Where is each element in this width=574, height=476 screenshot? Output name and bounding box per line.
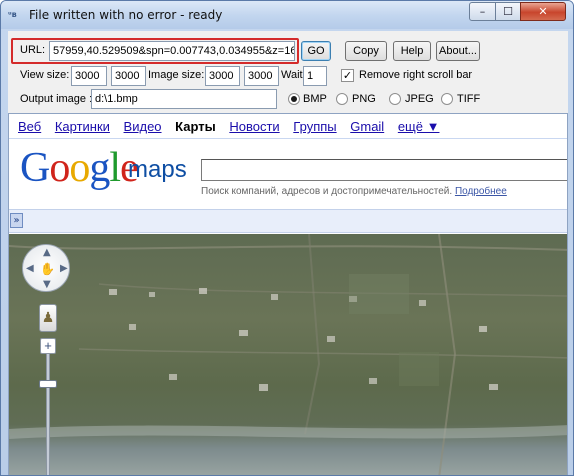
search-hint-text: Поиск компаний, адресов и достопримечате… <box>201 186 453 197</box>
google-nav-bar: Веб Картинки Видео Карты Новости Группы … <box>18 119 449 134</box>
nav-video-link[interactable]: Видео <box>124 119 162 134</box>
help-button[interactable]: Help <box>393 41 431 61</box>
zoom-slider-handle[interactable] <box>39 380 57 388</box>
format-png-radio[interactable] <box>336 93 348 105</box>
title-bar[interactable]: ᵘʙ File written with no error - ready – … <box>1 1 573 29</box>
nav-divider <box>9 138 567 139</box>
map-imagery <box>9 234 567 475</box>
app-window: ᵘʙ File written with no error - ready – … <box>0 0 574 476</box>
url-input[interactable]: 57959,40.529509&spn=0.007743,0.034955&z=… <box>49 41 295 61</box>
nav-web-link[interactable]: Веб <box>18 119 41 134</box>
url-label: URL: <box>20 44 46 56</box>
expand-panel-icon[interactable]: » <box>10 213 23 228</box>
format-bmp-label: BMP <box>303 93 327 105</box>
format-bmp-radio[interactable] <box>288 93 300 105</box>
pan-control[interactable]: ▲ ▼ ◀ ▶ ✋ <box>22 244 70 292</box>
satellite-map[interactable]: ▲ ▼ ◀ ▶ ✋ ♟ + <box>9 234 567 475</box>
maps-search-input[interactable] <box>201 159 567 181</box>
remove-scroll-label: Remove right scroll bar <box>359 69 473 81</box>
image-width-input[interactable]: 3000 <box>205 66 240 86</box>
nav-groups-link[interactable]: Группы <box>293 119 336 134</box>
pan-right-icon[interactable]: ▶ <box>60 263 68 274</box>
window-title: File written with no error - ready <box>29 8 223 22</box>
nav-images-link[interactable]: Картинки <box>55 119 110 134</box>
format-tiff-radio[interactable] <box>441 93 453 105</box>
control-panel: URL: 57959,40.529509&spn=0.007743,0.0349… <box>8 31 568 113</box>
maps-logo-text: maps <box>128 156 187 183</box>
learn-more-link[interactable]: Подробнее <box>455 186 507 197</box>
logo-letter: o <box>49 145 70 191</box>
wait-input[interactable]: 1 <box>303 66 327 86</box>
logo-letter: G <box>20 145 50 191</box>
search-hint: Поиск компаний, адресов и достопримечате… <box>201 186 507 197</box>
format-tiff-label: TIFF <box>457 93 481 105</box>
zoom-slider-track[interactable] <box>46 354 50 475</box>
view-width-input[interactable]: 3000 <box>71 66 107 86</box>
view-height-input[interactable]: 3000 <box>111 66 146 86</box>
panel-toggle-bar: » <box>9 209 567 233</box>
nav-gmail-link[interactable]: Gmail <box>350 119 384 134</box>
google-logo: Google <box>20 145 139 191</box>
logo-letter: l <box>109 145 121 191</box>
remove-scroll-checkbox[interactable]: ✓ <box>341 69 354 82</box>
image-size-label: Image size: <box>148 69 205 81</box>
zoom-in-button[interactable]: + <box>40 338 56 354</box>
hand-icon: ✋ <box>40 262 55 276</box>
output-label: Output image : <box>20 93 93 105</box>
format-jpeg-label: JPEG <box>405 93 434 105</box>
about-button[interactable]: About... <box>436 41 480 61</box>
output-path-input[interactable]: d:\1.bmp <box>91 89 277 109</box>
pan-down-icon[interactable]: ▼ <box>43 279 51 290</box>
wait-label: Wait: <box>281 69 306 81</box>
pan-up-icon[interactable]: ▲ <box>43 247 51 258</box>
format-jpeg-radio[interactable] <box>389 93 401 105</box>
format-png-label: PNG <box>352 93 376 105</box>
logo-letter: o <box>69 145 90 191</box>
view-size-label: View size: <box>20 69 70 81</box>
minimize-button[interactable]: – <box>469 2 496 21</box>
maximize-button[interactable]: ☐ <box>495 2 521 21</box>
browser-view: Веб Картинки Видео Карты Новости Группы … <box>8 113 568 475</box>
logo-letter: g <box>89 145 110 191</box>
pan-left-icon[interactable]: ◀ <box>26 263 34 274</box>
image-height-input[interactable]: 3000 <box>244 66 279 86</box>
close-button[interactable]: ✕ <box>520 2 566 21</box>
copy-button[interactable]: Copy <box>345 41 387 61</box>
nav-maps-active: Карты <box>175 119 216 134</box>
app-icon: ᵘʙ <box>8 10 17 19</box>
pegman-icon[interactable]: ♟ <box>39 304 57 332</box>
nav-more-link[interactable]: ещё ▼ <box>398 119 440 134</box>
go-button[interactable]: GO <box>301 41 331 61</box>
nav-news-link[interactable]: Новости <box>229 119 279 134</box>
